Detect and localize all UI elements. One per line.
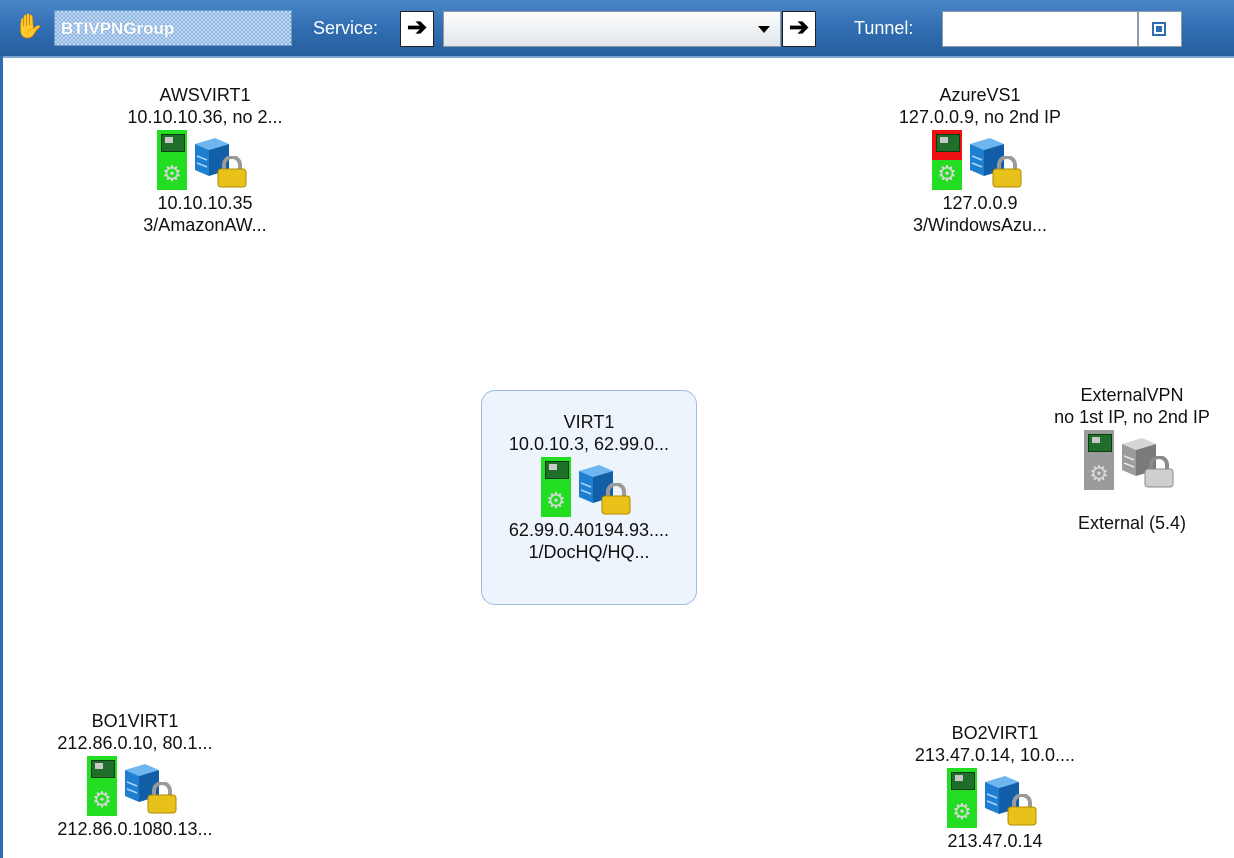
fit-to-window-button[interactable] xyxy=(1138,11,1182,47)
lock-icon xyxy=(217,156,247,188)
lock-icon xyxy=(992,156,1022,188)
node-name: ExternalVPN xyxy=(1080,385,1184,405)
node-icons: ⚙ xyxy=(541,457,637,519)
node-site-path: 3/AmazonAW... xyxy=(143,215,267,235)
node-subnet: 62.99.0.40194.93.... xyxy=(508,520,670,540)
gear-icon: ⚙ xyxy=(947,798,977,828)
node-externalvpn[interactable]: ExternalVPN no 1st IP, no 2nd IP ⚙ Exter… xyxy=(1030,384,1234,534)
node-site-path: 1/DocHQ/HQ... xyxy=(528,542,650,562)
node-bo1virt1[interactable]: BO1VIRT1 212.86.0.10, 80.1... ⚙ 212.86.0… xyxy=(30,710,240,840)
node-azurevs1[interactable]: AzureVS1 127.0.0.9, no 2nd IP ⚙ 127.0.0.… xyxy=(875,84,1085,236)
node-virt1[interactable]: VIRT1 10.0.10.3, 62.99.0... ⚙ 62.99.0.40… xyxy=(481,390,697,605)
arrow-right-icon: ➔ xyxy=(788,14,810,41)
node-ip-list: 127.0.0.9, no 2nd IP xyxy=(898,107,1062,127)
network-card-icon xyxy=(947,768,977,798)
node-name: BO1VIRT1 xyxy=(91,711,179,731)
vpn-group-name: BTIVPNGroup xyxy=(61,19,175,38)
canvas-left-border xyxy=(0,56,3,858)
node-icons: ⚙ xyxy=(947,768,1043,830)
node-awsvirt1[interactable]: AWSVIRT1 10.10.10.36, no 2... ⚙ 10.10.10… xyxy=(100,84,310,236)
node-ip-list: 10.10.10.36, no 2... xyxy=(127,107,283,127)
lock-icon xyxy=(601,483,631,515)
network-card-icon xyxy=(157,130,187,160)
topology-toolbar: ✋ BTIVPNGroup Service: ➔ ➔ Tunnel: xyxy=(0,0,1234,56)
network-card-icon xyxy=(87,756,117,786)
node-subnet: 212.86.0.1080.13... xyxy=(57,819,213,839)
vpn-group-field[interactable]: BTIVPNGroup xyxy=(54,10,292,46)
node-bo2virt1[interactable]: BO2VIRT1 213.47.0.14, 10.0.... ⚙ 213.47.… xyxy=(890,722,1100,852)
chevron-down-icon xyxy=(758,26,770,33)
network-card-error-icon xyxy=(932,130,962,160)
node-site-path: External (5.4) xyxy=(1077,513,1187,533)
service-label: Service: xyxy=(313,18,379,38)
node-name: AWSVIRT1 xyxy=(159,85,251,105)
node-name: VIRT1 xyxy=(563,412,615,432)
service-go-arrow-button[interactable]: ➔ xyxy=(782,11,816,47)
service-prev-arrow-button[interactable]: ➔ xyxy=(400,11,434,47)
network-card-icon xyxy=(541,457,571,487)
node-name: AzureVS1 xyxy=(939,85,1021,105)
node-ip-list: 213.47.0.14, 10.0.... xyxy=(914,745,1076,765)
node-icons: ⚙ xyxy=(157,130,253,192)
node-subnet: 10.10.10.35 xyxy=(157,193,253,213)
node-subnet: 213.47.0.14 xyxy=(947,831,1043,851)
node-ip-list: no 1st IP, no 2nd IP xyxy=(1054,407,1210,427)
network-card-icon xyxy=(1084,430,1114,460)
node-icons: ⚙ xyxy=(932,130,1028,192)
arrow-right-icon: ➔ xyxy=(406,14,428,41)
toolbar-divider xyxy=(0,56,1234,58)
node-ip-list: 10.0.10.3, 62.99.0... xyxy=(508,434,670,454)
gear-icon: ⚙ xyxy=(157,160,187,190)
service-dropdown[interactable] xyxy=(443,11,781,47)
gear-icon: ⚙ xyxy=(541,487,571,517)
node-icons: ⚙ xyxy=(87,756,183,818)
tunnel-input[interactable] xyxy=(942,11,1138,47)
gear-icon: ⚙ xyxy=(1084,460,1114,490)
tunnel-label: Tunnel: xyxy=(854,18,914,38)
node-site-path: 3/WindowsAzu... xyxy=(912,215,1048,235)
lock-icon xyxy=(1144,456,1174,488)
lock-icon xyxy=(1007,794,1037,826)
gear-icon: ⚙ xyxy=(932,160,962,190)
lock-icon xyxy=(147,782,177,814)
node-subnet: 127.0.0.9 xyxy=(942,193,1018,213)
node-name: BO2VIRT1 xyxy=(951,723,1039,743)
node-icons: ⚙ xyxy=(1084,430,1180,492)
hand-pan-icon[interactable]: ✋ xyxy=(14,12,44,42)
gear-icon: ⚙ xyxy=(87,786,117,816)
node-ip-list: 212.86.0.10, 80.1... xyxy=(57,733,213,753)
